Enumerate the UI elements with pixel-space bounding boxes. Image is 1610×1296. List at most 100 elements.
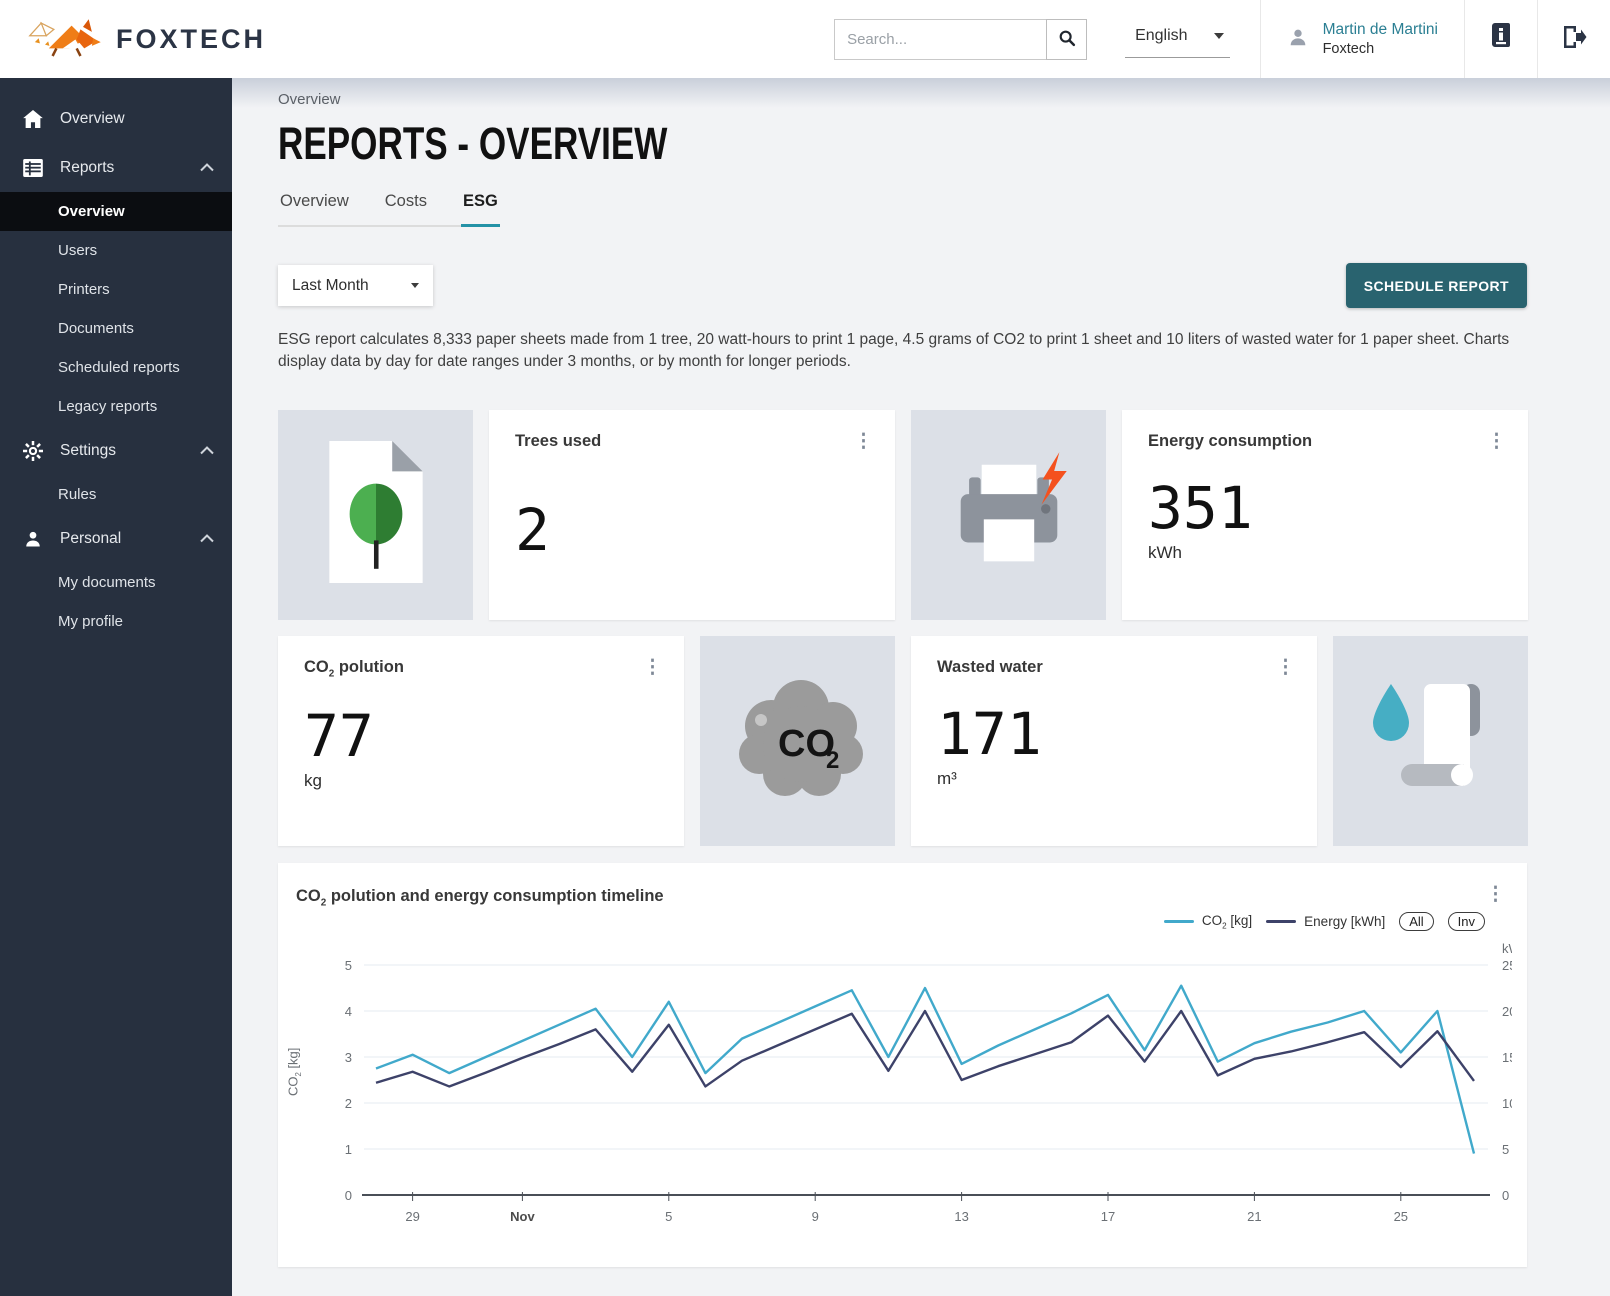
sidebar-item-printers[interactable]: Printers [0,270,232,309]
legend-inv-button[interactable]: Inv [1448,912,1485,931]
svg-text:0: 0 [1502,1188,1509,1203]
energy-icon-tile [911,410,1106,620]
energy-line-swatch [1266,920,1296,923]
sidebar-item-label: Documents [58,320,134,337]
kebab-menu-icon[interactable]: ⋮ [848,428,879,455]
manual-button[interactable] [1465,0,1537,78]
left-axis-label: CO2 [kg] [285,1048,303,1096]
main-content: Overview REPORTS - OVERVIEW Overview Cos… [232,78,1610,1296]
sidebar-item-legacy-reports[interactable]: Legacy reports [0,387,232,426]
svg-text:Nov: Nov [510,1209,535,1224]
chart-plot-area: CO2 [kg] 0123450510152025kWh29Nov5913172… [296,933,1511,1240]
legend-co2[interactable]: CO2 [kg] [1164,913,1252,931]
sidebar-item-documents[interactable]: Documents [0,309,232,348]
svg-text:2: 2 [345,1096,352,1111]
sidebar-item-my-documents[interactable]: My documents [0,563,232,602]
sidebar-item-label: Legacy reports [58,398,157,415]
svg-text:4: 4 [345,1004,352,1019]
trees-used-card: Trees used ⋮ 2 [489,410,895,620]
schedule-report-button[interactable]: SCHEDULE REPORT [1346,263,1527,308]
sidebar-item-label: My documents [58,574,156,591]
sidebar-item-label: Overview [58,203,125,220]
sidebar-item-label: Printers [58,281,110,298]
home-icon [22,110,44,128]
sidebar-item-reports-overview[interactable]: Overview [0,192,232,231]
sidebar-nav: Overview Reports Overview [0,78,232,1296]
sidebar-item-label: Reports [60,159,114,177]
tab-costs[interactable]: Costs [383,192,429,227]
wasted-water-card: Wasted water ⋮ 171 m³ [911,636,1317,846]
trees-icon-tile [278,410,473,620]
sidebar-item-label: Scheduled reports [58,359,180,376]
co2-unit: kg [304,771,662,791]
brand-name: FOXTECH [116,24,266,55]
sidebar-item-rules[interactable]: Rules [0,475,232,514]
search-button[interactable] [1046,19,1087,60]
legend-label: Energy [kWh] [1304,914,1385,929]
svg-text:10: 10 [1502,1096,1512,1111]
sidebar-item-overview[interactable]: Overview [0,94,232,143]
timeline-line-chart: 0123450510152025kWh29Nov5913172125 [296,933,1512,1235]
co2-value: 77 [304,705,662,769]
esg-description: ESG report calculates 8,333 paper sheets… [278,329,1527,374]
date-range-select[interactable]: Last Month [278,265,433,306]
chevron-up-icon [200,534,214,543]
sidebar-group-reports[interactable]: Reports [0,143,232,192]
chevron-down-icon [1214,33,1224,39]
search-input[interactable] [834,19,1046,60]
page-title: REPORTS - OVERVIEW [278,118,667,170]
sidebar-item-scheduled-reports[interactable]: Scheduled reports [0,348,232,387]
kebab-menu-icon[interactable]: ⋮ [1481,428,1512,455]
tab-esg[interactable]: ESG [461,192,500,227]
logout-icon [1561,24,1587,55]
svg-text:25: 25 [1394,1209,1408,1224]
svg-text:0: 0 [345,1188,352,1203]
tree-document-icon [329,441,423,588]
printer-bolt-icon [946,452,1072,577]
chevron-up-icon [200,163,214,172]
kebab-menu-icon[interactable]: ⋮ [637,654,668,681]
chart-legend: CO2 [kg] Energy [kWh] All Inv [296,912,1511,931]
sidebar-group-settings[interactable]: Settings [0,426,232,475]
kebab-menu-icon[interactable]: ⋮ [1270,654,1301,681]
svg-text:29: 29 [405,1209,419,1224]
kebab-menu-icon[interactable]: ⋮ [1480,881,1511,908]
legend-all-button[interactable]: All [1399,912,1433,931]
svg-text:17: 17 [1101,1209,1115,1224]
logout-button[interactable] [1538,0,1610,78]
language-select[interactable]: English [1125,21,1229,58]
legend-label: CO2 [kg] [1202,913,1252,931]
svg-text:20: 20 [1502,1004,1512,1019]
user-menu[interactable]: Martin de Martini Foxtech [1261,20,1464,58]
gear-icon [22,441,44,461]
energy-consumption-card: Energy consumption ⋮ 351 kWh [1122,410,1528,620]
legend-energy[interactable]: Energy [kWh] [1266,914,1385,929]
svg-text:5: 5 [1502,1142,1509,1157]
svg-text:25: 25 [1502,958,1512,973]
sidebar-item-label: Personal [60,530,121,548]
card-title: Energy consumption [1148,432,1506,451]
date-range-value: Last Month [292,277,369,295]
water-unit: m³ [937,769,1295,789]
sidebar-item-users[interactable]: Users [0,231,232,270]
sidebar-item-label: Rules [58,486,96,503]
co2-icon-tile: CO 2 [700,636,895,846]
search-group [834,19,1087,60]
top-header: FOXTECH English Martin de Martini F [0,0,1610,78]
sidebar-group-personal[interactable]: Personal [0,514,232,563]
tab-overview[interactable]: Overview [278,192,351,227]
user-organization: Foxtech [1323,40,1438,58]
chevron-down-icon [411,283,419,288]
svg-text:3: 3 [345,1050,352,1065]
sidebar-item-label: Overview [60,110,125,128]
sidebar-item-my-profile[interactable]: My profile [0,602,232,641]
reports-table-icon [22,159,44,177]
svg-text:5: 5 [665,1209,672,1224]
timeline-chart-card: CO2 polution and energy consumption time… [278,863,1527,1267]
sidebar-item-label: My profile [58,613,123,630]
person-icon [22,530,44,548]
brand-logo[interactable]: FOXTECH [0,13,300,66]
svg-text:13: 13 [954,1209,968,1224]
breadcrumb[interactable]: Overview [278,78,1527,108]
svg-text:1: 1 [345,1142,352,1157]
